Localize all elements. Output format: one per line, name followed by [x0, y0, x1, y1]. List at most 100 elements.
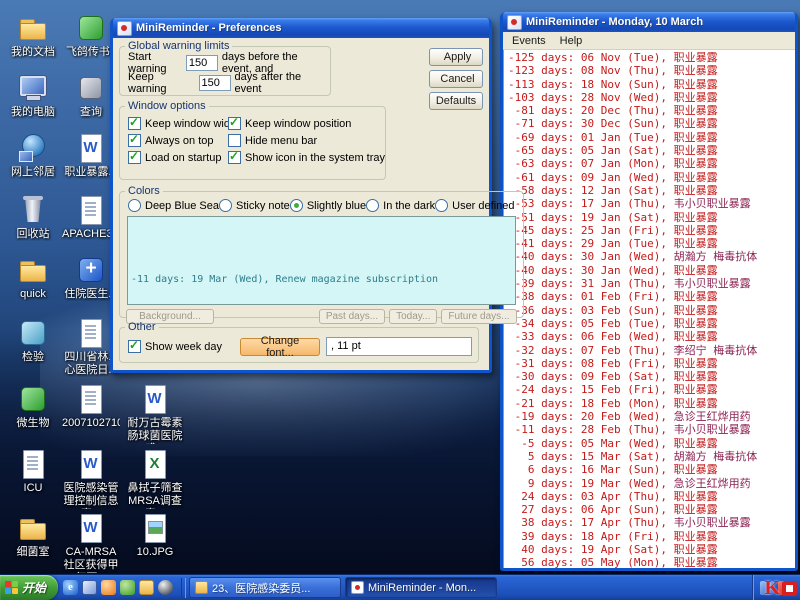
color-scheme-radio[interactable]: Deep Blue Sea [128, 199, 219, 212]
window-option-checkbox[interactable]: Keep window position [228, 115, 385, 132]
minireminder-titlebar[interactable]: MiniReminder - Monday, 10 March [503, 12, 795, 32]
event-row[interactable]: -81 days: 20 Dec (Thu), 职业暴露 [508, 104, 795, 117]
event-row[interactable]: -30 days: 09 Feb (Sat), 职业暴露 [508, 370, 795, 383]
desktop-icon-image [17, 448, 49, 480]
start-button[interactable]: 开始 [0, 575, 58, 600]
show-week-day-checkbox[interactable]: Show week day [128, 340, 234, 353]
menu-item[interactable]: Events [505, 35, 553, 47]
event-text: 职业暴露 [674, 503, 718, 516]
event-row[interactable]: -40 days: 30 Jan (Wed), 胡瀚方 梅毒抗体 [508, 250, 795, 263]
event-row[interactable]: -71 days: 30 Dec (Sun), 职业暴露 [508, 117, 795, 130]
event-row[interactable]: -11 days: 28 Feb (Thu), 韦小贝职业暴露 [508, 423, 795, 436]
event-row[interactable]: -5 days: 05 Mar (Wed), 职业暴露 [508, 437, 795, 450]
event-row[interactable]: 39 days: 18 Apr (Fri), 职业暴露 [508, 530, 795, 543]
event-row[interactable]: -65 days: 05 Jan (Sat), 职业暴露 [508, 144, 795, 157]
start-button-label: 开始 [22, 579, 46, 596]
desktop-icon[interactable]: 我的文档 [4, 12, 62, 59]
keep-warning-input[interactable] [199, 75, 231, 91]
event-row[interactable]: -41 days: 29 Jan (Tue), 职业暴露 [508, 237, 795, 250]
window-option-checkbox[interactable]: Show icon in the system tray [228, 149, 385, 166]
event-date: -123 days: 08 Nov (Thu), [508, 64, 674, 77]
event-row[interactable]: 5 days: 15 Mar (Sat), 胡瀚方 梅毒抗体 [508, 450, 795, 463]
event-row[interactable]: -53 days: 17 Jan (Thu), 韦小贝职业暴露 [508, 197, 795, 210]
desktop-icon[interactable]: 鼻拭子筛查MRSA调查表... [126, 448, 184, 509]
desktop-icon[interactable]: 微生物 [4, 383, 62, 430]
color-scheme-radio[interactable]: Sticky note [219, 199, 290, 212]
color-scheme-radio[interactable]: User defined [435, 199, 514, 212]
desktop-icon[interactable]: 细菌室 [4, 512, 62, 559]
quicklaunch-icon[interactable] [101, 580, 116, 595]
group-label: Window options [125, 100, 209, 112]
menu-item[interactable]: Help [553, 35, 590, 47]
dialog-action-button[interactable]: Apply [429, 48, 483, 66]
event-row[interactable]: -69 days: 01 Jan (Tue), 职业暴露 [508, 131, 795, 144]
event-row[interactable]: -31 days: 08 Feb (Fri), 职业暴露 [508, 357, 795, 370]
color-scheme-radio[interactable]: In the dark [366, 199, 435, 212]
event-row[interactable]: 6 days: 16 Mar (Sun), 职业暴露 [508, 463, 795, 476]
start-warning-input[interactable] [186, 55, 218, 71]
event-row[interactable]: 9 days: 19 Mar (Wed), 急诊王红烨用药 [508, 477, 795, 490]
quicklaunch-icon[interactable] [120, 580, 135, 595]
event-row[interactable]: -61 days: 09 Jan (Wed), 职业暴露 [508, 171, 795, 184]
event-row[interactable]: -51 days: 19 Jan (Sat), 职业暴露 [508, 211, 795, 224]
event-text: 职业暴露 [674, 131, 718, 144]
desktop-icon-image [139, 383, 171, 415]
window-option-checkbox[interactable]: Keep window width [128, 115, 228, 132]
event-row[interactable]: 56 days: 05 May (Mon), 职业暴露 [508, 556, 795, 568]
desktop-icon[interactable]: 10.JPG [126, 512, 184, 559]
event-row[interactable]: -36 days: 03 Feb (Sun), 职业暴露 [508, 304, 795, 317]
event-row[interactable]: 40 days: 19 Apr (Sat), 职业暴露 [508, 543, 795, 556]
desktop-icon[interactable]: 回收站 [4, 194, 62, 241]
taskbar-task-button[interactable]: MiniReminder - Mon... [345, 577, 497, 598]
quicklaunch-icon[interactable] [63, 580, 78, 595]
quicklaunch-icon[interactable] [82, 580, 97, 595]
event-row[interactable]: -32 days: 07 Feb (Thu), 李绍宁 梅毒抗体 [508, 344, 795, 357]
event-row[interactable]: -33 days: 06 Feb (Wed), 职业暴露 [508, 330, 795, 343]
group-label: Other [125, 321, 159, 333]
event-row[interactable]: -19 days: 20 Feb (Wed), 急诊王红烨用药 [508, 410, 795, 423]
taskbar-task-button[interactable]: 23、医院感染委员... [189, 577, 341, 598]
desktop-icon[interactable]: 2007102710... [62, 383, 120, 430]
desktop-icon[interactable]: 耐万古霉素肠球菌医院感... [126, 383, 184, 444]
event-row[interactable]: -24 days: 15 Feb (Fri), 职业暴露 [508, 383, 795, 396]
event-row[interactable]: -123 days: 08 Nov (Thu), 职业暴露 [508, 64, 795, 77]
event-row[interactable]: -40 days: 30 Jan (Wed), 职业暴露 [508, 264, 795, 277]
checkbox-box [128, 117, 141, 130]
event-text: 职业暴露 [674, 144, 718, 157]
event-row[interactable]: 38 days: 17 Apr (Thu), 韦小贝职业暴露 [508, 516, 795, 529]
event-row[interactable]: -21 days: 18 Feb (Mon), 职业暴露 [508, 397, 795, 410]
task-label: 23、医院感染委员... [212, 580, 310, 596]
preferences-titlebar[interactable]: MiniReminder - Preferences [113, 18, 489, 38]
event-row[interactable]: -34 days: 05 Feb (Tue), 职业暴露 [508, 317, 795, 330]
quicklaunch-icon[interactable] [139, 580, 154, 595]
event-row[interactable]: 27 days: 06 Apr (Sun), 职业暴露 [508, 503, 795, 516]
event-row[interactable]: -39 days: 31 Jan (Thu), 韦小贝职业暴露 [508, 277, 795, 290]
quicklaunch-icon[interactable] [158, 580, 173, 595]
event-row[interactable]: -63 days: 07 Jan (Mon), 职业暴露 [508, 157, 795, 170]
color-scheme-radio[interactable]: Slightly blue [290, 199, 366, 212]
desktop-icon[interactable]: quick [4, 254, 62, 301]
event-row[interactable]: 24 days: 03 Apr (Thu), 职业暴露 [508, 490, 795, 503]
colors-group: Colors Deep Blue Sea Sticky note [119, 185, 524, 318]
event-row[interactable]: -113 days: 18 Nov (Sun), 职业暴露 [508, 78, 795, 91]
event-row[interactable]: -103 days: 28 Nov (Wed), 职业暴露 [508, 91, 795, 104]
window-option-checkbox[interactable]: Always on top [128, 132, 228, 149]
desktop-icon[interactable]: 网上邻居 [4, 132, 62, 179]
dialog-action-button[interactable]: Cancel [429, 70, 483, 88]
event-row[interactable]: -45 days: 25 Jan (Fri), 职业暴露 [508, 224, 795, 237]
desktop-icon[interactable]: CA-MRSA社区获得甲氧西... [62, 512, 120, 573]
desktop-icon[interactable]: 我的电脑 [4, 72, 62, 119]
change-font-button[interactable]: Change font... [240, 338, 320, 356]
window-option-checkbox[interactable]: Load on startup [128, 149, 228, 166]
event-row[interactable]: -58 days: 12 Jan (Sat), 职业暴露 [508, 184, 795, 197]
desktop-icon[interactable]: ICU [4, 448, 62, 495]
window-option-checkbox[interactable]: Hide menu bar [228, 132, 385, 149]
event-row[interactable]: -125 days: 06 Nov (Tue), 职业暴露 [508, 51, 795, 64]
event-row[interactable]: -38 days: 01 Feb (Fri), 职业暴露 [508, 290, 795, 303]
dialog-action-button[interactable]: Defaults [429, 92, 483, 110]
preferences-title: MiniReminder - Preferences [136, 22, 282, 34]
desktop-icon[interactable]: 医院感染管理控制信息直... [62, 448, 120, 509]
event-text: 职业暴露 [674, 104, 718, 117]
event-list[interactable]: -125 days: 06 Nov (Tue), 职业暴露 -123 days:… [503, 50, 795, 568]
desktop-icon[interactable]: 检验 [4, 317, 62, 364]
